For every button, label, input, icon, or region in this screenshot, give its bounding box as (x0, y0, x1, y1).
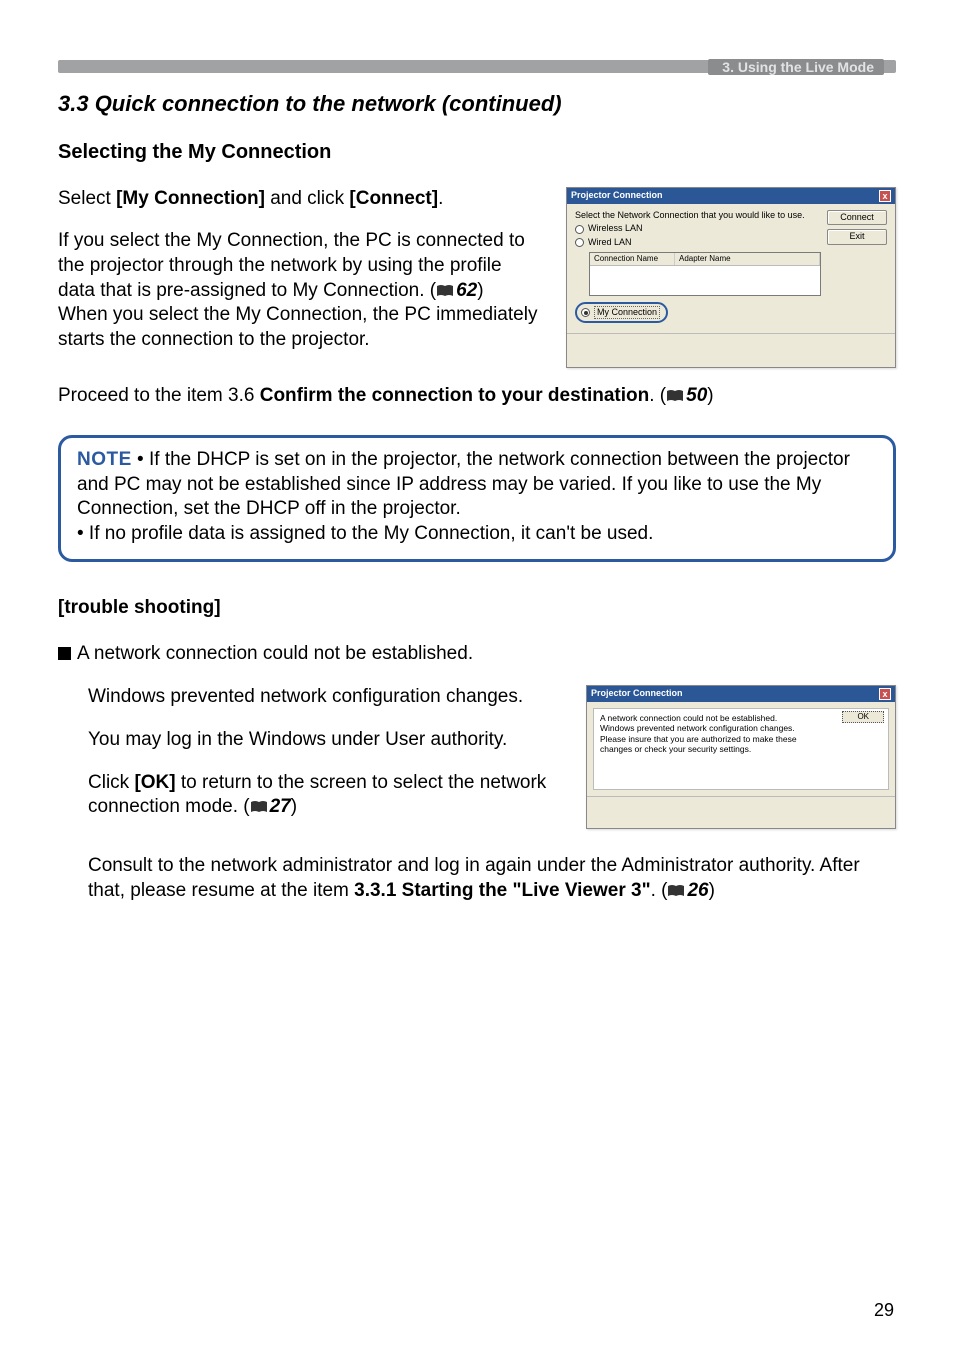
trouble-p2: You may log in the Windows under User au… (88, 728, 558, 753)
dialog-projector-connection: Projector Connection x Select the Networ… (566, 187, 896, 369)
dialog-title: Projector Connection (571, 190, 663, 202)
trouble-p4: Consult to the network administrator and… (88, 854, 896, 903)
connection-list[interactable]: Connection Name Adapter Name (589, 252, 821, 296)
header-bar: 3. Using the Live Mode (58, 60, 896, 82)
proceed-line: Proceed to the item 3.6 Confirm the conn… (58, 384, 896, 409)
dialog-status-bar (587, 796, 895, 828)
note-label: NOTE (77, 449, 132, 470)
note-box: NOTE • If the DHCP is set on in the proj… (58, 435, 896, 562)
col-adapter-name: Adapter Name (675, 253, 820, 265)
ok-button[interactable]: OK (842, 711, 884, 723)
book-icon (666, 389, 684, 403)
error-message-box: OK A network connection could not be est… (593, 708, 889, 790)
trouble-p1: Windows prevented network configuration … (88, 685, 558, 710)
breadcrumb: 3. Using the Live Mode (708, 59, 884, 75)
dialog-status-bar (567, 333, 895, 367)
close-icon[interactable]: x (879, 688, 891, 700)
my-connection-label: My Connection (594, 306, 660, 320)
trouble-p3: Click [OK] to return to the screen to se… (88, 771, 558, 820)
dialog-title: Projector Connection (591, 688, 683, 700)
page-number: 29 (874, 1299, 894, 1322)
radio-wireless-lan[interactable]: Wireless LAN (575, 223, 821, 235)
radio-my-connection-highlight: My Connection (575, 302, 668, 324)
col-connection-name: Connection Name (590, 253, 675, 265)
trouble-bullet: A network connection could not be establ… (58, 642, 896, 667)
radio-wired-lan[interactable]: Wired LAN (575, 237, 821, 249)
exit-button[interactable]: Exit (827, 229, 887, 245)
close-icon[interactable]: x (879, 190, 891, 202)
section-title: 3.3 Quick connection to the network (con… (58, 90, 896, 119)
subheading: Selecting the My Connection (58, 139, 896, 165)
intro-line: Select [My Connection] and click [Connec… (58, 187, 538, 212)
book-icon (667, 884, 685, 898)
square-bullet-icon (58, 647, 71, 660)
dialog-error: Projector Connection x OK A network conn… (586, 685, 896, 829)
troubleshooting-heading: [trouble shooting] (58, 596, 896, 621)
radio-my-connection[interactable] (581, 308, 590, 317)
dialog-instruction: Select the Network Connection that you w… (575, 210, 821, 222)
book-icon (436, 284, 454, 298)
book-icon (250, 800, 268, 814)
paragraph-my-connection: If you select the My Connection, the PC … (58, 229, 538, 352)
connect-button[interactable]: Connect (827, 210, 887, 226)
